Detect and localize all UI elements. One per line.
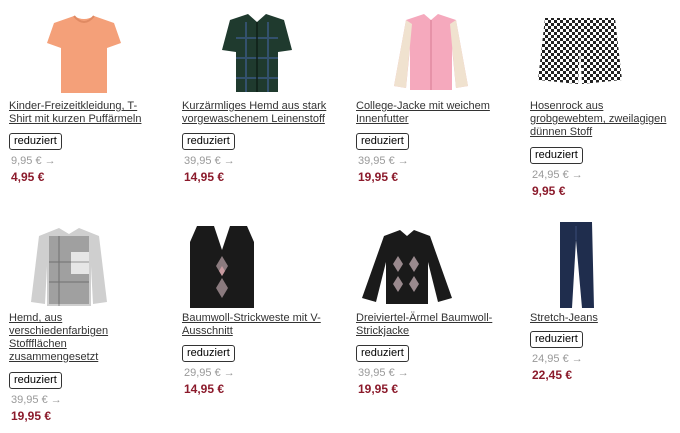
product-title[interactable]: Kurzärmliges Hemd aus stark vorgewaschene… — [182, 100, 326, 126]
reduced-badge[interactable]: reduziert — [530, 147, 583, 164]
old-price: 39,95 € → — [358, 367, 409, 379]
reduced-badge[interactable]: reduziert — [530, 331, 583, 348]
product-image[interactable] — [356, 8, 506, 98]
old-price: 9,95 € → — [11, 155, 56, 167]
product-title[interactable]: Stretch-Jeans — [530, 312, 598, 325]
product-image[interactable] — [182, 8, 332, 98]
sale-price: 19,95 € — [11, 409, 52, 423]
product-title[interactable]: Hemd, aus verschiedenfarbigen Stoffflächen… — [9, 312, 108, 364]
product-title[interactable]: Kinder-Freizeitkleidung, T- Shirt mit kur… — [9, 100, 141, 126]
old-price: 24,95 € → — [532, 353, 583, 365]
product-image[interactable] — [356, 222, 506, 312]
old-price: 24,95 € → — [532, 169, 583, 181]
reduced-badge[interactable]: reduziert — [356, 133, 409, 150]
old-price: 39,95 € → — [11, 394, 62, 406]
product-image[interactable] — [182, 222, 332, 312]
product-image[interactable] — [9, 222, 159, 312]
product-image[interactable] — [530, 8, 680, 98]
reduced-badge[interactable]: reduziert — [9, 133, 62, 150]
product-title[interactable]: College-Jacke mit weichem Innenfutter — [356, 100, 490, 126]
product-title[interactable]: Baumwoll-Strickweste mit V- Ausschnitt — [182, 312, 321, 338]
sale-price: 19,95 € — [358, 170, 399, 184]
product-image[interactable] — [9, 8, 159, 98]
product-title[interactable]: Hosenrock aus grobgewebtem, zweilagigen dü… — [530, 100, 666, 139]
sale-price: 14,95 € — [184, 382, 225, 396]
reduced-badge[interactable]: reduziert — [356, 345, 409, 362]
old-price: 39,95 € → — [358, 155, 409, 167]
sale-price: 4,95 € — [11, 170, 45, 184]
reduced-badge[interactable]: reduziert — [182, 133, 235, 150]
old-price: 29,95 € → — [184, 367, 235, 379]
product-title[interactable]: Dreiviertel-Ärmel Baumwoll- Strickjacke — [356, 312, 492, 338]
reduced-badge[interactable]: reduziert — [182, 345, 235, 362]
reduced-badge[interactable]: reduziert — [9, 372, 62, 389]
sale-price: 22,45 € — [532, 368, 573, 382]
sale-price: 9,95 € — [532, 184, 566, 198]
sale-price: 19,95 € — [358, 382, 399, 396]
product-image[interactable] — [530, 222, 680, 312]
old-price: 39,95 € → — [184, 155, 235, 167]
sale-price: 14,95 € — [184, 170, 225, 184]
